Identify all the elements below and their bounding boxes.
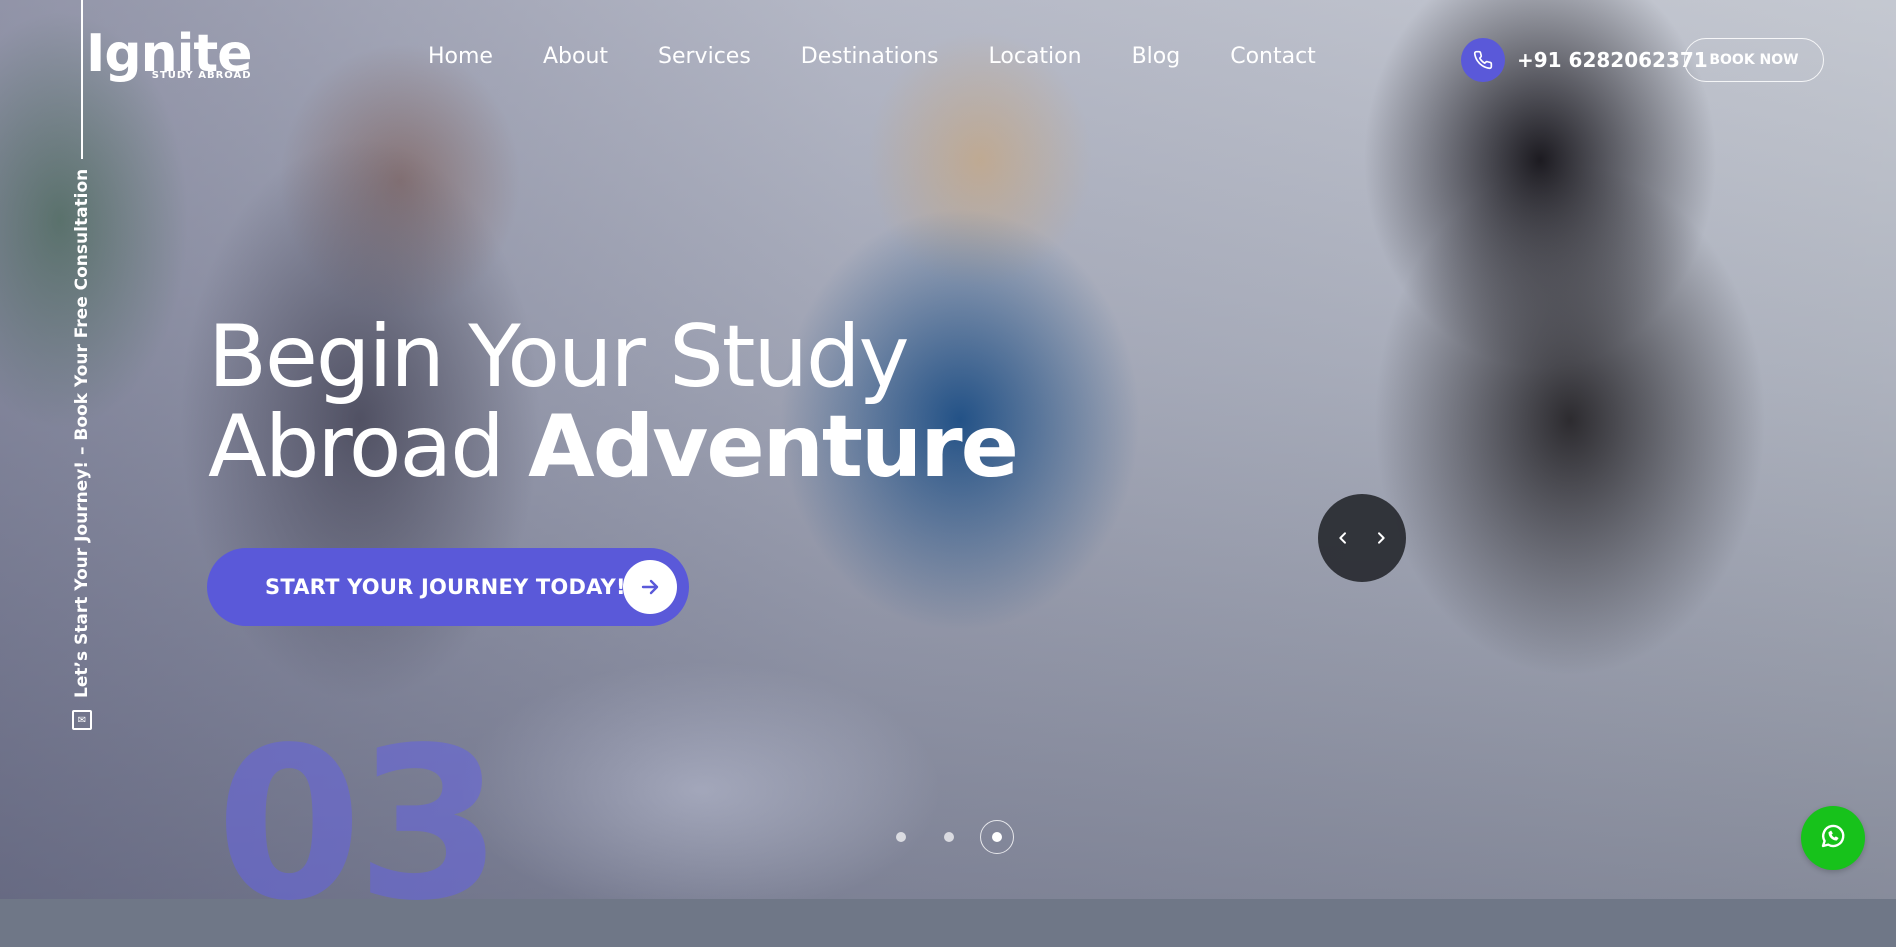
slider-dot-1[interactable] (896, 832, 906, 842)
whatsapp-icon (1817, 820, 1849, 856)
side-cta-underline (81, 0, 83, 159)
whatsapp-button[interactable] (1801, 806, 1865, 870)
book-now-button[interactable]: BOOK NOW (1684, 38, 1824, 82)
phone-icon (1461, 38, 1505, 82)
brand-logo[interactable]: Ignite STUDY ABROAD (86, 28, 253, 81)
headline-line-2-regular: Abroad (208, 397, 505, 497)
nav-blog[interactable]: Blog (1132, 44, 1181, 69)
headline-line-2-bold: Adventure (528, 397, 1019, 497)
side-cta-text: Let’s Start Your Journey! – Book Your Fr… (72, 168, 92, 698)
start-journey-label: START YOUR JOURNEY TODAY! (265, 575, 626, 599)
chevron-right-icon[interactable] (1368, 525, 1394, 551)
headline-line-2: Abroad Adventure (208, 402, 1019, 492)
nav-home[interactable]: Home (428, 44, 493, 69)
mail-icon: ✉ (72, 710, 92, 730)
side-consultation-link[interactable]: ✉ Let’s Start Your Journey! – Book Your … (72, 0, 92, 730)
main-nav: Home About Services Destinations Locatio… (428, 44, 1366, 69)
start-journey-button[interactable]: START YOUR JOURNEY TODAY! (207, 548, 689, 626)
nav-location[interactable]: Location (989, 44, 1082, 69)
phone-contact[interactable]: +91 6282062371 (1461, 38, 1708, 82)
slider-dot-3-active[interactable] (980, 820, 1014, 854)
headline-line-1: Begin Your Study (208, 307, 909, 407)
active-dot (992, 832, 1002, 842)
slider-pagination (896, 820, 1014, 854)
brand-tagline: STUDY ABROAD (151, 70, 252, 81)
phone-number: +91 6282062371 (1517, 48, 1708, 72)
arrow-right-icon (623, 560, 677, 614)
slider-nav (1318, 494, 1406, 582)
nav-contact[interactable]: Contact (1230, 44, 1316, 69)
slider-dot-2[interactable] (944, 832, 954, 842)
nav-about[interactable]: About (543, 44, 608, 69)
chevron-left-icon[interactable] (1330, 525, 1356, 551)
nav-services[interactable]: Services (658, 44, 751, 69)
hero-headline: Begin Your Study Abroad Adventure (208, 307, 1019, 492)
nav-destinations[interactable]: Destinations (801, 44, 939, 69)
